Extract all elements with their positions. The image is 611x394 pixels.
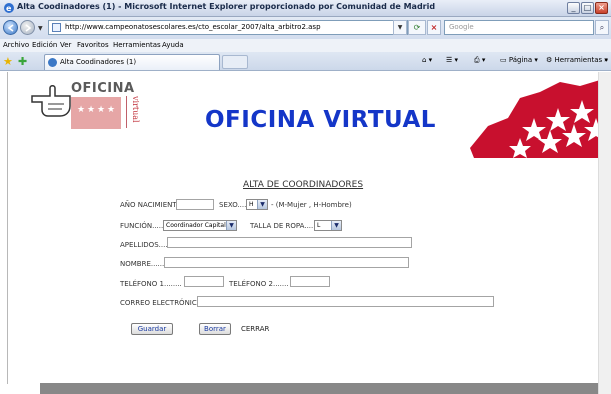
page-menu-label: Página [508,56,533,64]
sex-select-value: H [249,201,254,208]
logo-oficina-text: OFICINA [71,81,135,96]
chevron-down-icon: ▼ [257,200,267,209]
surnames-input[interactable] [167,237,412,248]
search-input[interactable]: Google [444,20,594,35]
save-button[interactable]: Guardar [131,323,173,335]
page-menu[interactable]: ▭ Página ▾ [500,56,538,64]
name-input[interactable] [164,257,409,268]
more-commands[interactable]: » [604,56,608,64]
pointing-hand-icon [31,85,71,117]
add-favorites-icon[interactable]: ✚ [18,55,27,68]
search-placeholder: Google [449,23,474,31]
clothing-size-select-value: L [317,222,321,229]
search-icon[interactable]: ⌕ [595,20,609,35]
stop-button[interactable]: × [427,20,441,35]
window-title: Alta Coodinadores (1) - Microsoft Intern… [17,2,436,11]
tab-active[interactable]: Alta Coodinadores (1) [44,54,220,70]
clear-button[interactable]: Borrar [199,323,231,335]
phone1-label: TELÉFONO 1........ [120,280,182,288]
menu-bar: Archivo Edición Ver Favoritos Herramient… [0,39,611,52]
new-tab-button[interactable] [222,55,248,69]
function-select[interactable]: Coordinador Capital ▼ [163,220,237,231]
ie-logo-icon: e [4,3,14,13]
minimize-button[interactable]: _ [567,2,580,14]
url-field[interactable]: http://www.campeonatosescolares.es/cto_e… [48,20,408,35]
forward-arrow-icon [25,24,32,32]
close-link[interactable]: CERRAR [241,325,269,333]
banner-title: OFICINA VIRTUAL [205,107,436,133]
star-icon: ★ [77,105,86,115]
feeds-icon[interactable]: ☰ ▾ [446,56,458,64]
function-select-value: Coordinador Capital [166,222,226,229]
back-arrow-icon [7,24,14,32]
tab-label: Alta Coodinadores (1) [60,58,137,66]
logo-stars-box: ★ ★ ★ ★ [71,97,121,129]
browser-window: e Alta Coodinadores (1) - Microsoft Inte… [0,0,611,394]
star-icon: ★ [97,105,106,115]
tools-menu[interactable]: ⚙ Herramientas ▾ [546,56,608,64]
maximize-button[interactable]: □ [581,2,594,14]
email-input[interactable] [197,296,494,307]
svg-text:e: e [6,4,12,13]
phone2-label: TELÉFONO 2....... [229,280,289,288]
form-title: ALTA DE COORDINADORES [243,180,364,190]
address-toolbar: ▼ http://www.campeonatosescolares.es/cto… [0,17,611,39]
tools-menu-label: Herramientas [554,56,603,64]
menu-edicion[interactable]: Edición [32,41,57,49]
phone2-input[interactable] [290,276,330,287]
logo-virtual-text: virtual [131,96,140,123]
forward-button[interactable] [20,20,35,35]
comunidad-madrid-map-logo [470,80,610,158]
clothing-size-select[interactable]: L ▼ [314,220,342,231]
star-icon: ★ [107,105,116,115]
refresh-button[interactable]: ⟳ [408,20,426,35]
url-text: http://www.campeonatosescolares.es/cto_e… [65,23,321,31]
sex-label: SEXO.... [219,201,247,209]
favorites-star-icon[interactable]: ★ [3,55,13,68]
menu-favoritos[interactable]: Favoritos [77,41,109,49]
sex-hint: - (M-Mujer , H-Hombre) [271,201,352,209]
horizontal-scrollbar[interactable] [40,383,598,394]
phone1-input[interactable] [184,276,224,287]
tab-ie-icon [48,58,57,67]
page-icon [52,23,61,32]
chevron-down-icon: ▼ [331,221,341,230]
vertical-scrollbar[interactable] [598,72,611,394]
email-label: CORREO ELECTRÓNICO. [120,299,205,307]
menu-ayuda[interactable]: Ayuda [162,41,184,49]
star-icon: ★ [87,105,96,115]
chevron-down-icon: ▼ [226,221,236,230]
menu-herramientas[interactable]: Herramientas [113,41,161,49]
print-icon[interactable]: ⎙ ▾ [474,56,485,65]
title-bar: e Alta Coodinadores (1) - Microsoft Inte… [0,0,611,17]
clothing-size-label: TALLA DE ROPA..... [250,222,316,230]
menu-ver[interactable]: Ver [60,41,71,49]
page-content: OFICINA ★ ★ ★ ★ virtual OFICINA VIRTUAL … [0,72,610,394]
home-icon[interactable]: ⌂ ▾ [422,56,432,64]
close-window-button[interactable]: × [595,2,608,14]
tab-bar: ★ ✚ Alta Coodinadores (1) ⌂ ▾ ☰ ▾ ⎙ ▾ ▭ … [0,52,611,71]
back-button[interactable] [3,20,18,35]
logo-divider [126,96,127,128]
birth-year-input[interactable] [176,199,214,210]
menu-archivo[interactable]: Archivo [3,41,29,49]
page-left-border [7,72,8,384]
url-dropdown-button[interactable]: ▼ [393,20,407,35]
history-dropdown-icon[interactable]: ▼ [38,25,43,32]
sex-select[interactable]: H ▼ [246,199,268,210]
